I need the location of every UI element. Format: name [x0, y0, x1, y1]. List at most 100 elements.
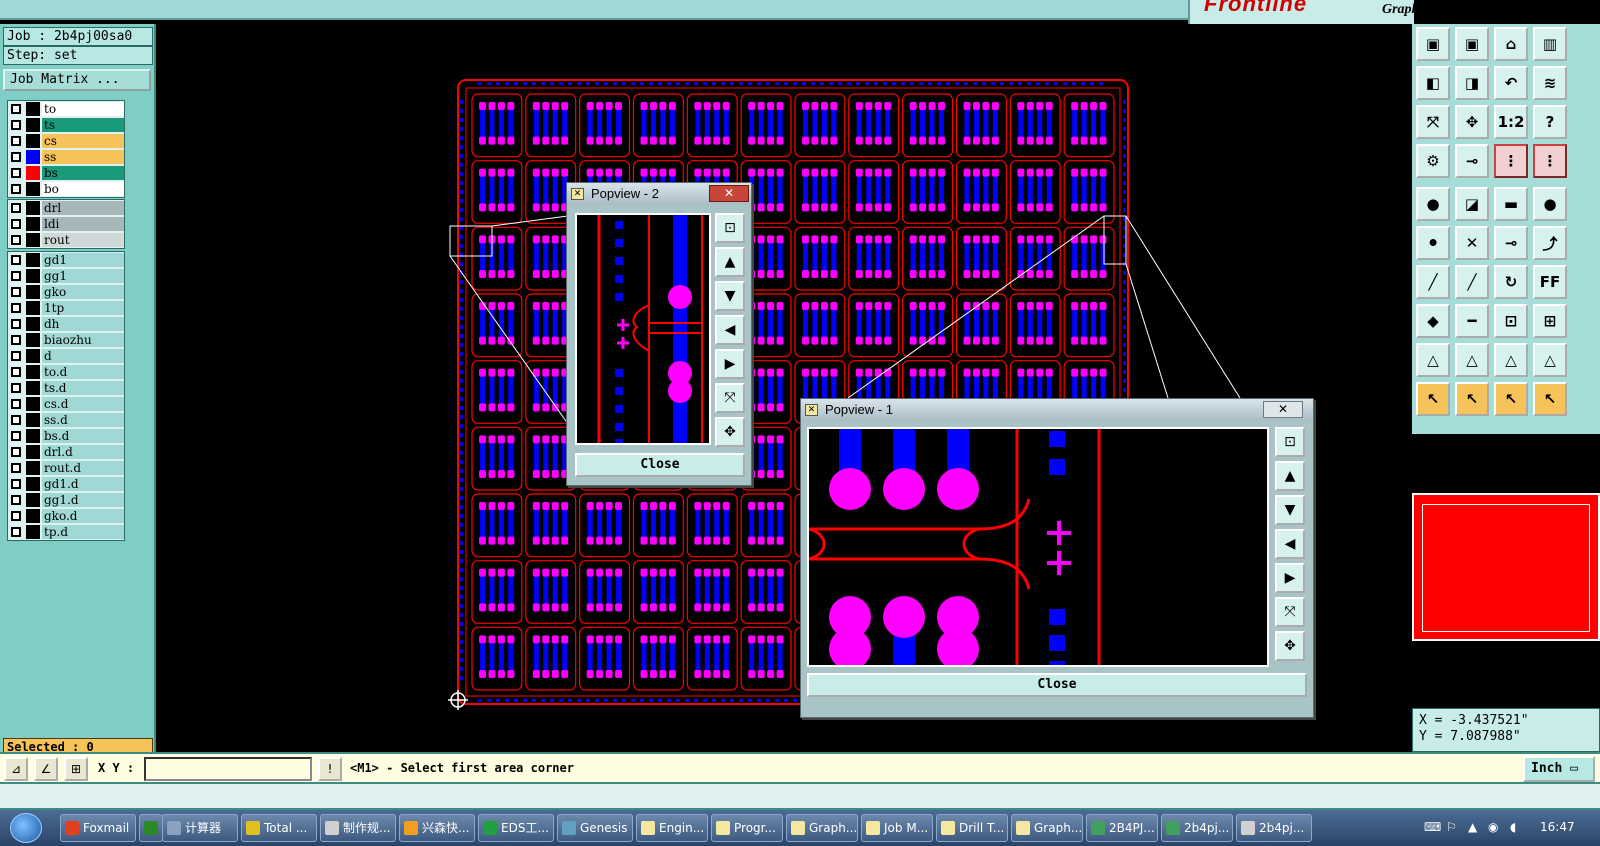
select-red-icon[interactable]: ◪ [1455, 187, 1489, 221]
move-right-icon[interactable]: ◨ [1455, 66, 1489, 100]
taskbar-item[interactable]: 2b4pj... [1236, 814, 1312, 842]
layer-checkbox[interactable] [11, 367, 21, 377]
pan-right-icon[interactable]: ▶ [1275, 563, 1305, 593]
pointer2-icon[interactable]: ↖ [1455, 382, 1489, 416]
layer-row-cs.d[interactable]: cs.d [8, 396, 124, 412]
triangle2-icon[interactable]: △ [1455, 343, 1489, 377]
start-button[interactable] [10, 813, 42, 843]
layer-name[interactable]: ss.d [42, 413, 124, 427]
redraw-icon[interactable]: ≋ [1533, 66, 1567, 100]
taskbar-item[interactable] [139, 814, 163, 842]
layer-name[interactable]: rout.d [42, 461, 124, 475]
taskbar-item[interactable]: Total ... [241, 814, 317, 842]
move-left-icon[interactable]: ◧ [1416, 66, 1450, 100]
layer-row-rout[interactable]: rout [8, 232, 124, 248]
layer-row-rout.d[interactable]: rout.d [8, 460, 124, 476]
layer-checkbox[interactable] [11, 431, 21, 441]
layer-name[interactable]: ldi [42, 217, 124, 231]
unit-selector[interactable]: Inch ▭ [1523, 756, 1595, 782]
layer-row-biaozhu[interactable]: biaozhu [8, 332, 124, 348]
layer-checkbox[interactable] [11, 287, 21, 297]
scale-icon[interactable]: 1:2 [1494, 105, 1528, 139]
line2-icon[interactable]: ╱ [1455, 265, 1489, 299]
triangle3-icon[interactable]: △ [1494, 343, 1528, 377]
node-icon[interactable]: ⚫ [1416, 226, 1450, 260]
layer-checkbox[interactable] [11, 255, 21, 265]
layer-row-bs[interactable]: bs [8, 165, 124, 181]
layer-row-dh[interactable]: dh [8, 316, 124, 332]
network-icon[interactable]: ◉ [1488, 820, 1498, 834]
layer-row-to.d[interactable]: to.d [8, 364, 124, 380]
layer-name[interactable]: cs.d [42, 397, 124, 411]
layer-name[interactable]: gko [42, 285, 124, 299]
layer-checkbox[interactable] [11, 219, 21, 229]
net-icon[interactable]: ⋮ [1494, 144, 1528, 178]
layer-name[interactable]: tp.d [42, 525, 124, 539]
undo-icon[interactable]: ↶ [1494, 66, 1528, 100]
center-icon[interactable]: ✥ [1275, 631, 1305, 661]
taskbar-item[interactable]: Engin... [636, 814, 708, 842]
layer-row-d[interactable]: d [8, 348, 124, 364]
zoom-fit-icon[interactable]: ⤧ [715, 383, 745, 413]
layer-checkbox[interactable] [11, 351, 21, 361]
popview-1-view[interactable] [807, 427, 1269, 667]
extend-icon[interactable]: ⤴ [1533, 226, 1567, 260]
taskbar-item[interactable]: 2B4PJ... [1086, 814, 1158, 842]
layer-checkbox[interactable] [11, 303, 21, 313]
taskbar-item[interactable]: 2b4pj... [1161, 814, 1233, 842]
layer-name[interactable]: ts [42, 118, 124, 132]
popview-2-view[interactable] [575, 213, 711, 445]
zoom-icon[interactable]: ✥ [1455, 105, 1489, 139]
center-icon[interactable]: ✥ [715, 417, 745, 447]
layer-name[interactable]: drl.d [42, 445, 124, 459]
snap-icon[interactable]: ⊿ [4, 757, 28, 781]
layer-checkbox[interactable] [11, 271, 21, 281]
split-icon[interactable]: ▥ [1533, 27, 1567, 61]
cross-icon[interactable]: ✕ [1455, 226, 1489, 260]
layer-name[interactable]: rout [42, 233, 124, 247]
keyboard-icon[interactable]: ⌨ [1424, 820, 1441, 834]
arc-icon[interactable]: ↻ [1494, 265, 1528, 299]
triangle-icon[interactable]: △ [1416, 343, 1450, 377]
layer-checkbox[interactable] [11, 152, 21, 162]
pointer4-icon[interactable]: ↖ [1533, 382, 1567, 416]
pointer3-icon[interactable]: ↖ [1494, 382, 1528, 416]
layer-row-cs[interactable]: cs [8, 133, 124, 149]
taskbar-item[interactable]: EDS工... [478, 814, 554, 842]
pan-up-icon[interactable]: ▲ [715, 247, 745, 277]
layer-row-tp.d[interactable]: tp.d [8, 524, 124, 540]
popview-2-close-icon[interactable]: ✕ [709, 185, 749, 202]
layer-checkbox[interactable] [11, 463, 21, 473]
pan-up-icon[interactable]: ▲ [1275, 461, 1305, 491]
xy-input[interactable] [144, 757, 312, 781]
layer-checkbox[interactable] [11, 447, 21, 457]
taskbar-item[interactable]: Genesis [557, 814, 633, 842]
layer-checkbox[interactable] [11, 168, 21, 178]
dot-icon[interactable]: ● [1533, 187, 1567, 221]
layer-checkbox[interactable] [11, 495, 21, 505]
zoom-fit-icon[interactable]: ⤧ [1275, 597, 1305, 627]
taskbar-item[interactable]: Graph... [1011, 814, 1083, 842]
tool-icon[interactable]: ⚙ [1416, 144, 1450, 178]
taskbar-item[interactable]: Foxmail [60, 814, 136, 842]
home-icon[interactable]: ⌂ [1494, 27, 1528, 61]
zoom-in-icon[interactable]: ⊡ [715, 213, 745, 243]
layer-row-ss[interactable]: ss [8, 149, 124, 165]
fit-icon[interactable]: ⤧ [1416, 105, 1450, 139]
layer-row-drl.d[interactable]: drl.d [8, 444, 124, 460]
popview-1-close-button[interactable]: Close [807, 673, 1307, 697]
layer-checkbox[interactable] [11, 136, 21, 146]
layer-checkbox[interactable] [11, 203, 21, 213]
layer-row-1tp[interactable]: 1tp [8, 300, 124, 316]
layer-checkbox[interactable] [11, 399, 21, 409]
pointer-icon[interactable]: ↖ [1416, 382, 1450, 416]
layer-name[interactable]: gko.d [42, 509, 124, 523]
layer-row-gko.d[interactable]: gko.d [8, 508, 124, 524]
layer-name[interactable]: biaozhu [42, 333, 124, 347]
layer-name[interactable]: to.d [42, 365, 124, 379]
layer-row-ss.d[interactable]: ss.d [8, 412, 124, 428]
pan-right-icon[interactable]: ▶ [715, 349, 745, 379]
net2-icon[interactable]: ⋮ [1533, 144, 1567, 178]
pad-icon[interactable]: ◆ [1416, 304, 1450, 338]
layer-checkbox[interactable] [11, 415, 21, 425]
